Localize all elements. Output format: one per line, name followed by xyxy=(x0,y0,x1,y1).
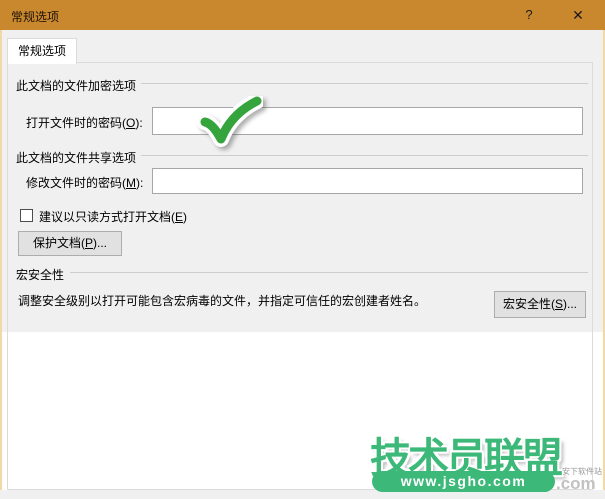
protect-document-button[interactable]: 保护文档(P)... xyxy=(18,231,122,256)
close-icon[interactable]: ✕ xyxy=(560,0,596,30)
sharing-group-title: 此文档的文件共享选项 xyxy=(16,151,137,165)
help-icon[interactable]: ? xyxy=(512,0,546,30)
dialog-title: 常规选项 xyxy=(11,10,60,24)
readonly-checkbox-label: 建议以只读方式打开文档(E) xyxy=(39,210,188,224)
green-checkmark-annotation xyxy=(197,96,263,147)
macro-group-title: 宏安全性 xyxy=(16,268,65,282)
tab-general-options[interactable]: 常规选项 xyxy=(7,38,77,64)
macro-security-description: 调整安全级别以打开可能包含宏病毒的文件，并指定可信任的宏创建者姓名。 xyxy=(18,294,427,308)
general-options-dialog: 常规选项 ? ✕ 常规选项 此文档的文件加密选项 打开文件时的密码(O): 此文… xyxy=(0,0,605,499)
macro-security-button[interactable]: 宏安全性(S)... xyxy=(494,291,586,318)
encryption-group-title: 此文档的文件加密选项 xyxy=(16,79,137,93)
sharing-group-separator xyxy=(141,155,588,156)
macro-group-separator xyxy=(70,272,588,273)
watermark-side-domain-text: .com xyxy=(556,474,596,493)
modify-password-label: 修改文件时的密码(M): xyxy=(26,176,144,190)
window-left-border xyxy=(0,30,2,490)
readonly-checkbox[interactable] xyxy=(20,209,33,222)
open-password-label: 打开文件时的密码(O): xyxy=(26,116,143,130)
modify-password-input[interactable] xyxy=(152,168,583,194)
encryption-group-separator xyxy=(141,83,588,84)
title-bar: 常规选项 ? ✕ xyxy=(0,0,605,30)
watermark-url-badge: www.jsgho.com xyxy=(372,471,555,492)
